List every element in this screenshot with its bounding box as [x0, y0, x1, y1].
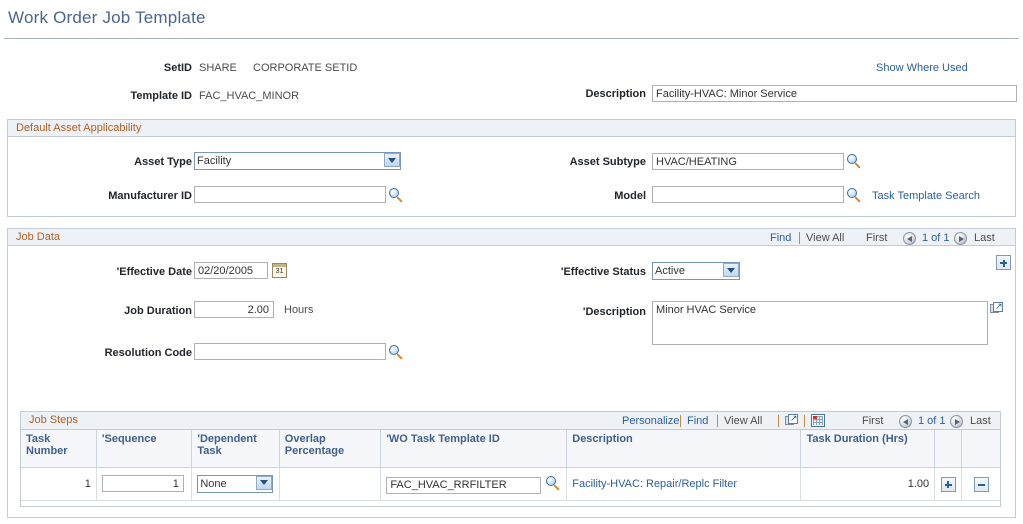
job-data-last-label: Last [974, 232, 995, 244]
effective-status-label: 'Effective Status [560, 266, 646, 278]
cell-task-duration: 1.00 [800, 467, 936, 501]
job-data-previous-icon[interactable] [903, 232, 916, 245]
effective-status-select-wrap[interactable]: Active [652, 262, 740, 280]
job-data-next-icon[interactable] [954, 232, 967, 245]
job-data-first-label: First [866, 232, 888, 244]
job-steps-separator-2 [717, 415, 718, 427]
task-template-search-link[interactable]: Task Template Search [872, 190, 980, 202]
title-divider [4, 38, 1019, 39]
default-asset-applicability-title: Default Asset Applicability [16, 122, 142, 134]
wo-task-template-id-lookup-icon[interactable] [546, 476, 561, 492]
setid-value: SHARE [199, 62, 237, 74]
job-steps-view-all-link[interactable]: View All [724, 415, 762, 427]
job-steps-grid: Task Number 'Sequence 'Dependent Task Ov… [20, 411, 1001, 507]
cell-sequence [96, 467, 193, 501]
wo-task-template-id-input[interactable] [386, 476, 542, 494]
col-add [934, 430, 963, 468]
description-label: Description [585, 88, 646, 100]
job-step-description-link[interactable]: Facility-HVAC: Repair/Replc Filter [572, 478, 737, 490]
cell-description: Facility-HVAC: Repair/Replc Filter [566, 467, 802, 501]
template-id-label: Template ID [130, 90, 192, 102]
manufacturer-id-input[interactable] [194, 186, 386, 203]
asset-subtype-label: Asset Subtype [569, 156, 646, 168]
spreadsheet-download-icon[interactable] [811, 414, 825, 427]
cell-task-number: 1 [21, 467, 97, 501]
description-input[interactable] [652, 85, 1017, 102]
job-steps-personalize-link[interactable]: Personalize [622, 415, 679, 427]
template-id-value: FAC_HVAC_MINOR [199, 90, 300, 102]
job-duration-units: Hours [284, 304, 314, 316]
effective-date-label: 'Effective Date [116, 266, 192, 278]
default-asset-applicability-header: Default Asset Applicability [8, 120, 1015, 137]
job-steps-header-row: Task Number 'Sequence 'Dependent Task Ov… [21, 430, 1000, 468]
model-input[interactable] [652, 186, 844, 203]
job-steps-row-counter[interactable]: 1 of 1 [918, 415, 946, 427]
manufacturer-id-label: Manufacturer ID [108, 190, 192, 202]
job-steps-first-label: First [862, 415, 884, 427]
table-row: 1 None [21, 467, 1000, 501]
job-steps-separator-3 [778, 415, 779, 427]
job-data-find-link[interactable]: Find [770, 232, 791, 244]
job-data-title: Job Data [16, 231, 61, 243]
dependent-task-select[interactable]: None [197, 474, 274, 493]
dependent-task-select-wrap[interactable]: None [197, 474, 274, 493]
job-steps-find-link[interactable]: Find [687, 415, 708, 427]
page-title: Work Order Job Template [8, 8, 206, 27]
work-order-job-template-page: Work Order Job Template SetID SHARE CORP… [0, 0, 1023, 524]
resolution-code-label: Resolution Code [104, 347, 192, 359]
job-steps-table: Task Number 'Sequence 'Dependent Task Ov… [21, 430, 1000, 501]
model-label: Model [614, 190, 646, 202]
asset-subtype-lookup-icon[interactable] [847, 154, 862, 169]
manufacturer-id-lookup-icon[interactable] [389, 188, 404, 203]
cell-dependent-task: None [191, 467, 280, 501]
job-steps-separator-1 [680, 415, 681, 427]
job-description-label: 'Description [582, 306, 646, 318]
job-steps-previous-icon[interactable] [899, 415, 912, 428]
sequence-input[interactable] [101, 475, 184, 492]
cell-overlap-percentage [279, 467, 382, 501]
col-task-duration: Task Duration (Hrs) [800, 430, 936, 468]
job-steps-header-bar [21, 412, 1000, 430]
job-data-row-counter[interactable]: 1 of 1 [922, 232, 950, 244]
asset-type-select[interactable]: Facility [194, 152, 401, 170]
job-steps-title: Job Steps [29, 414, 78, 426]
show-where-used-link[interactable]: Show Where Used [876, 62, 968, 74]
cell-remove [961, 467, 1000, 501]
job-steps-last-label: Last [970, 415, 991, 427]
job-description-expand-icon[interactable] [990, 300, 1004, 315]
job-steps-next-icon[interactable] [950, 415, 963, 428]
col-description: Description [566, 430, 802, 468]
calendar-icon[interactable]: 31 [272, 263, 287, 278]
cell-add [934, 467, 963, 501]
setid-description: CORPORATE SETID [253, 62, 358, 74]
col-wo-task-template-id: 'WO Task Template ID [380, 430, 568, 468]
asset-type-select-wrap[interactable]: Facility [194, 152, 401, 170]
asset-subtype-input[interactable] [652, 153, 844, 170]
col-dependent-task: 'Dependent Task [191, 430, 280, 468]
job-step-add-row-button[interactable] [940, 476, 956, 492]
asset-type-label: Asset Type [134, 156, 192, 168]
cell-wo-task-template-id [380, 467, 568, 501]
job-steps-separator-4 [804, 415, 805, 427]
job-data-add-row-button[interactable] [996, 255, 1011, 270]
job-data-header: Job Data [8, 229, 1015, 246]
col-overlap-percentage: Overlap Percentage [279, 430, 382, 468]
job-description-textarea[interactable]: Minor HVAC Service [652, 301, 988, 345]
effective-status-select[interactable]: Active [652, 262, 740, 280]
job-duration-label: Job Duration [124, 305, 192, 317]
col-sequence: 'Sequence [96, 430, 193, 468]
job-steps-expand-icon[interactable] [785, 412, 799, 427]
model-lookup-icon[interactable] [847, 188, 862, 203]
job-step-delete-row-button[interactable] [973, 476, 989, 492]
effective-date-input[interactable] [194, 262, 268, 279]
job-data-separator-1 [799, 232, 800, 244]
resolution-code-input[interactable] [194, 343, 386, 360]
col-remove [961, 430, 1000, 468]
setid-label: SetID [163, 62, 192, 74]
job-duration-input[interactable] [194, 301, 274, 318]
resolution-code-lookup-icon[interactable] [389, 345, 404, 360]
default-asset-applicability-section: Default Asset Applicability [7, 119, 1016, 217]
job-data-view-all-link[interactable]: View All [806, 232, 844, 244]
col-task-number: Task Number [21, 430, 97, 468]
